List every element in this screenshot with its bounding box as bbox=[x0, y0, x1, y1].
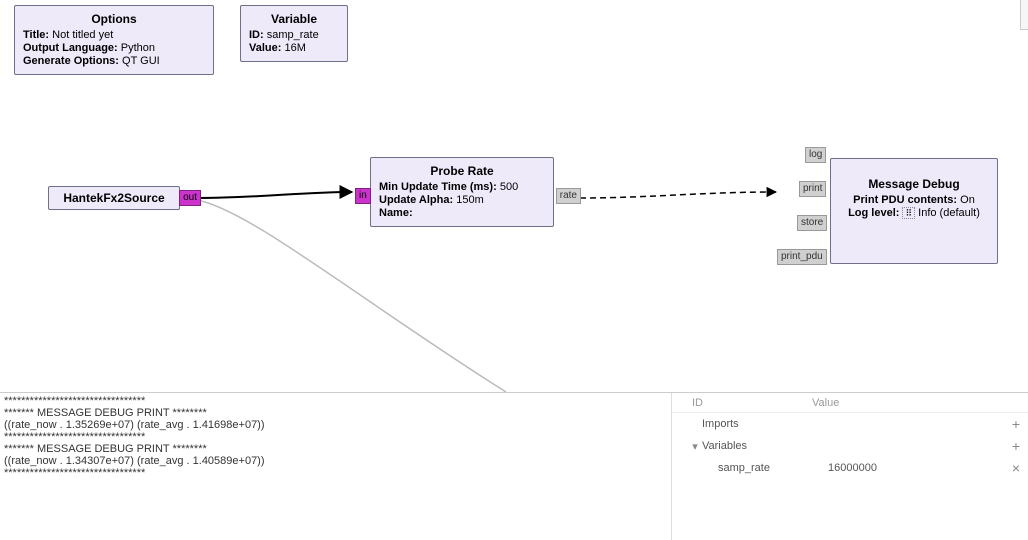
flowgraph-canvas[interactable]: Options Title: Not titled yet Output Lan… bbox=[0, 0, 1028, 392]
add-variable-button[interactable]: + bbox=[1004, 438, 1028, 454]
port-print-pdu[interactable]: print_pdu bbox=[777, 249, 827, 265]
variable-value: 16000000 bbox=[828, 462, 1004, 474]
console-line: ********************************* bbox=[4, 467, 667, 479]
variables-header: ID Value bbox=[672, 393, 1028, 413]
message-debug-block[interactable]: Message Debug Print PDU contents: On Log… bbox=[830, 158, 998, 264]
hantek-title: HantekFx2Source bbox=[55, 191, 173, 205]
probe-row: Min Update Time (ms): 500 bbox=[379, 181, 545, 193]
imports-label: Imports bbox=[702, 418, 812, 430]
options-row: Title: Not titled yet bbox=[23, 29, 205, 41]
variable-title: Variable bbox=[249, 12, 339, 26]
console-line: ((rate_now . 1.35269e+07) (rate_avg . 1.… bbox=[4, 419, 667, 431]
console-panel[interactable]: ********************************* ******… bbox=[0, 393, 672, 540]
hantek-source-block[interactable]: HantekFx2Source out bbox=[48, 186, 180, 210]
variables-row[interactable]: ▾ Variables + bbox=[672, 435, 1028, 457]
msgdebug-row: Print PDU contents: On bbox=[839, 194, 989, 206]
collapse-icon[interactable]: ▾ bbox=[688, 440, 702, 453]
options-block[interactable]: Options Title: Not titled yet Output Lan… bbox=[14, 5, 214, 75]
variable-row: Value: 16M bbox=[249, 42, 339, 54]
probe-row: Name: bbox=[379, 207, 545, 219]
port-store[interactable]: store bbox=[797, 215, 827, 231]
variables-label: Variables bbox=[702, 440, 812, 452]
variable-block[interactable]: Variable ID: samp_rate Value: 16M bbox=[240, 5, 348, 62]
port-out[interactable]: out bbox=[179, 190, 201, 206]
probe-rate-block[interactable]: Probe Rate Min Update Time (ms): 500 Upd… bbox=[370, 157, 554, 227]
variable-row: ID: samp_rate bbox=[249, 29, 339, 41]
probe-title: Probe Rate bbox=[379, 164, 545, 178]
imports-row[interactable]: Imports + bbox=[672, 413, 1028, 435]
msgdebug-row: Log level: ⠿ Info (default) bbox=[839, 207, 989, 219]
options-title: Options bbox=[23, 12, 205, 26]
msgdebug-title: Message Debug bbox=[839, 177, 989, 191]
variable-item-row[interactable]: samp_rate 16000000 × bbox=[672, 457, 1028, 479]
add-import-button[interactable]: + bbox=[1004, 416, 1028, 432]
console-line: ********************************* bbox=[4, 395, 667, 407]
header-id: ID bbox=[672, 397, 812, 409]
port-in[interactable]: in bbox=[355, 188, 371, 204]
console-line: ******* MESSAGE DEBUG PRINT ******** bbox=[4, 407, 667, 419]
port-log[interactable]: log bbox=[805, 147, 826, 163]
scrollbar-stub[interactable] bbox=[1020, 0, 1028, 30]
options-row: Output Language: Python bbox=[23, 42, 205, 54]
delete-variable-button[interactable]: × bbox=[1004, 460, 1028, 476]
options-row: Generate Options: QT GUI bbox=[23, 55, 205, 67]
console-line: ((rate_now . 1.34307e+07) (rate_avg . 1.… bbox=[4, 455, 667, 467]
port-print[interactable]: print bbox=[799, 181, 826, 197]
header-value: Value bbox=[812, 397, 1028, 409]
port-rate[interactable]: rate bbox=[556, 188, 581, 204]
console-line: ******* MESSAGE DEBUG PRINT ******** bbox=[4, 443, 667, 455]
console-line: ********************************* bbox=[4, 431, 667, 443]
variable-name: samp_rate bbox=[718, 462, 828, 474]
variables-panel[interactable]: ID Value Imports + ▾ Variables + samp_ra… bbox=[672, 393, 1028, 540]
probe-row: Update Alpha: 150m bbox=[379, 194, 545, 206]
